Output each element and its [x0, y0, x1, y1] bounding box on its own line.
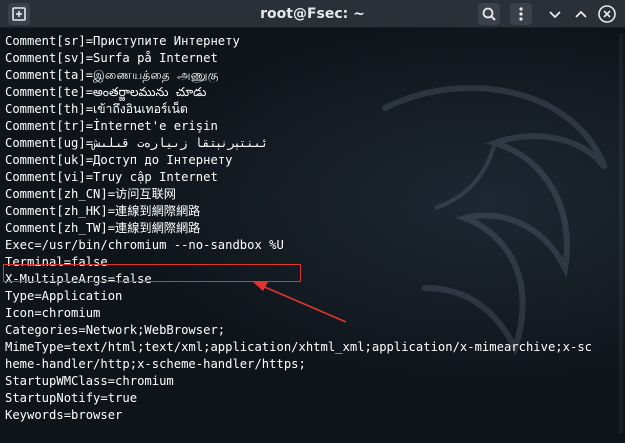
terminal-line: StartupNotify=true [5, 391, 138, 405]
search-icon [482, 7, 496, 21]
terminal-line: heme-handler/http;x-scheme-handler/https… [5, 357, 306, 371]
terminal-line: Comment[te]=అంతర్జాలమును చూడు [5, 85, 207, 99]
terminal-line: Comment[sv]=Surfa på Internet [5, 51, 218, 65]
terminal-line: Comment[vi]=Truy cập Internet [5, 170, 218, 184]
search-button[interactable] [478, 3, 500, 25]
terminal-line: Comment[sr]=Приступите Интернету [5, 34, 240, 48]
menu-icon [519, 7, 523, 21]
terminal-line: MimeType=text/html;text/xml;application/… [5, 340, 592, 354]
title-bar: root@Fsec: ~ [0, 0, 625, 28]
terminal-line: StartupWMClass=chromium [5, 374, 174, 388]
terminal-line: Keywords=browser [5, 408, 123, 422]
menu-button[interactable] [510, 3, 532, 25]
terminal-line: Comment[zh_TW]=連線到網際網路 [5, 221, 201, 235]
terminal-line: Comment[uk]=Доступ до Інтернету [5, 153, 233, 167]
terminal-window: root@Fsec: ~ Comment[sr]=Приступите Инте… [0, 0, 625, 443]
terminal-line: Comment[ug]=ئىنتېرنېتقا زىيارەت قىلىش [5, 136, 269, 150]
close-button[interactable] [596, 3, 618, 25]
terminal-line: Comment[tr]=İnternet'e erişin [5, 119, 218, 133]
terminal-line: Comment[th]=เข้าถึงอินเทอร์เน็ต [5, 102, 188, 116]
terminal-lines: Comment[sr]=Приступите Интернету Comment… [5, 33, 617, 424]
red-arrow-icon [252, 281, 347, 323]
scrollbar[interactable] [619, 34, 623, 434]
terminal-line: Comment[zh_HK]=連線到網際網路 [5, 204, 201, 218]
minimize-icon [549, 11, 561, 19]
maximize-button[interactable] [570, 3, 592, 25]
maximize-icon [575, 10, 587, 18]
terminal-line: Comment[ta]=இணையத்தை அணுகு [5, 68, 219, 82]
exec-line: Exec=/usr/bin/chromium --no-sandbox %U [5, 238, 284, 252]
terminal-line: Comment[zh_CN]=访问互联网 [5, 187, 176, 201]
minimize-button[interactable] [544, 3, 566, 25]
terminal-output[interactable]: Comment[sr]=Приступите Интернету Comment… [0, 28, 625, 443]
close-icon [598, 5, 616, 23]
